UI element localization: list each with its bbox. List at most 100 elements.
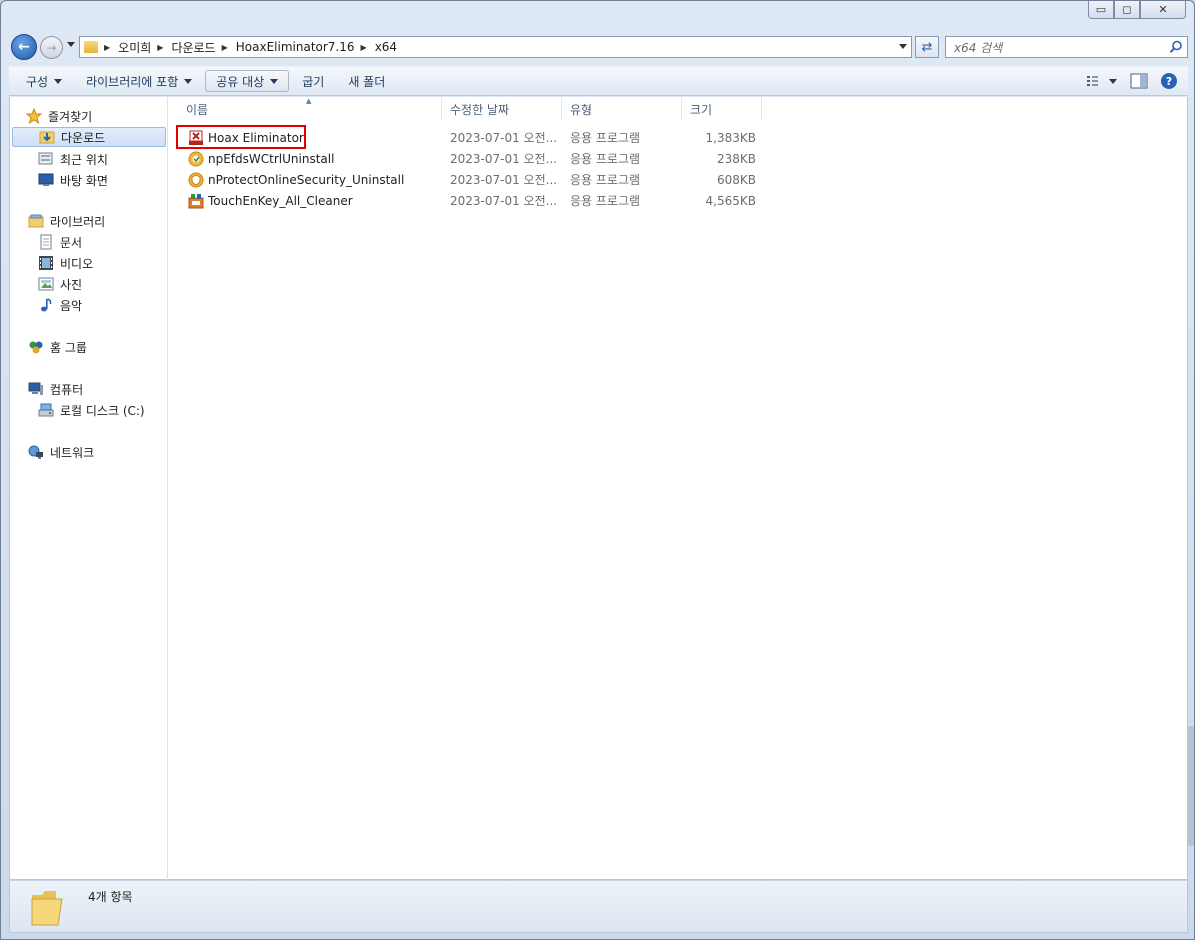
svg-text:?: ? [1166, 75, 1172, 88]
column-header-date[interactable]: 수정한 날짜 [442, 97, 562, 121]
file-name: Hoax Eliminator [208, 130, 304, 145]
file-list: 이름 ▲ 수정한 날짜 유형 크기 Hoax Eliminator 2023-0… [168, 97, 1189, 880]
nav-item-computer[interactable]: 컴퓨터 [28, 379, 166, 399]
view-options-button[interactable] [1084, 71, 1120, 91]
file-type: 응용 프로그램 [570, 152, 641, 166]
address-bar[interactable]: ▶ 오미희 ▶ 다운로드 ▶ HoaxEliminator7.16 ▶ x64 [79, 36, 912, 58]
file-size: 4,565KB [705, 193, 756, 208]
column-header-name[interactable]: 이름 ▲ [178, 97, 442, 121]
nav-item-pictures[interactable]: 사진 [38, 274, 166, 294]
breadcrumb-item[interactable]: x64 [375, 40, 397, 54]
file-size: 238KB [716, 151, 756, 166]
nav-item-favorites[interactable]: 즐겨찾기 [26, 106, 166, 126]
nav-item-libraries[interactable]: 라이브러리 [28, 211, 166, 231]
forward-arrow-icon: → [46, 40, 57, 55]
nav-item-homegroup[interactable]: 홈 그룹 [28, 337, 166, 357]
network-icon [28, 444, 44, 460]
nav-item-desktop[interactable]: 바탕 화면 [38, 170, 166, 190]
burn-button[interactable]: 굽기 [291, 70, 335, 92]
breadcrumb-item[interactable]: 오미희 [118, 39, 151, 56]
forward-button[interactable]: → [40, 36, 63, 59]
table-row[interactable]: nProtectOnlineSecurity_Uninstall 2023-07… [178, 169, 762, 190]
chevron-right-icon[interactable]: ▶ [104, 43, 110, 52]
nav-label: 비디오 [60, 256, 94, 271]
organize-label: 구성 [26, 74, 49, 89]
minimize-button[interactable]: ▭ [1088, 1, 1114, 19]
nav-label: 라이브러리 [50, 214, 106, 229]
nav-label: 다운로드 [61, 130, 106, 145]
navigation-pane: 즐겨찾기 다운로드 최근 위치 바탕 화면 라이브러리 문서 비디오 사진 음악… [10, 97, 168, 880]
nav-item-videos[interactable]: 비디오 [38, 253, 166, 273]
nav-label: 로컬 디스크 (C:) [60, 403, 145, 418]
column-header-type[interactable]: 유형 [562, 97, 682, 121]
nav-label: 최근 위치 [60, 152, 108, 167]
chevron-right-icon[interactable]: ▶ [157, 43, 163, 52]
address-row: ← → ▶ 오미희 ▶ 다운로드 ▶ HoaxEliminator7.16 ▶ … [9, 33, 1188, 61]
command-bar: 구성 라이브러리에 포함 공유 대상 굽기 새 폴더 ? [9, 66, 1188, 96]
nav-label: 즐겨찾기 [48, 109, 93, 124]
search-placeholder: x64 검색 [954, 40, 1003, 55]
column-header-label: 유형 [570, 102, 593, 117]
organize-button[interactable]: 구성 [15, 70, 73, 92]
refresh-button[interactable]: ⇄ [915, 36, 939, 58]
view-controls: ? [1084, 71, 1180, 91]
nav-label: 홈 그룹 [50, 340, 87, 355]
new-folder-label: 새 폴더 [348, 74, 386, 89]
details-pane: 4개 항목 [9, 880, 1188, 933]
nav-label: 컴퓨터 [50, 382, 84, 397]
search-input[interactable]: x64 검색 [945, 36, 1188, 58]
npefds-icon [188, 151, 204, 167]
nav-item-music[interactable]: 음악 [38, 295, 166, 315]
maximize-button[interactable]: ◻ [1114, 1, 1140, 19]
preview-pane-button[interactable] [1128, 71, 1150, 91]
include-library-label: 라이브러리에 포함 [86, 74, 179, 89]
folder-icon [84, 41, 98, 53]
column-header-label: 크기 [690, 102, 713, 117]
chevron-right-icon[interactable]: ▶ [361, 43, 367, 52]
nav-item-downloads[interactable]: 다운로드 [12, 127, 166, 147]
column-header-label: 수정한 날짜 [450, 102, 510, 117]
document-icon [38, 234, 54, 250]
nav-label: 음악 [60, 298, 83, 313]
column-headers: 이름 ▲ 수정한 날짜 유형 크기 [178, 97, 762, 121]
breadcrumb-item[interactable]: HoaxEliminator7.16 [236, 40, 355, 54]
share-with-label: 공유 대상 [216, 74, 265, 89]
column-header-size[interactable]: 크기 [682, 97, 762, 121]
close-button[interactable]: ✕ [1140, 1, 1186, 19]
file-name: npEfdsWCtrlUninstall [208, 151, 335, 166]
window-edge-scrollbar[interactable] [1188, 726, 1194, 846]
breadcrumb-item[interactable]: 다운로드 [171, 39, 215, 56]
library-icon [28, 213, 44, 229]
address-history-dropdown[interactable] [899, 44, 907, 49]
hoax-eliminator-icon [188, 130, 204, 146]
search-icon[interactable] [1169, 40, 1183, 54]
include-library-button[interactable]: 라이브러리에 포함 [75, 70, 203, 92]
nav-item-local-disk[interactable]: 로컬 디스크 (C:) [38, 400, 166, 420]
file-date: 2023-07-01 오전... [450, 131, 558, 145]
help-icon: ? [1161, 73, 1177, 89]
file-date: 2023-07-01 오전... [450, 194, 558, 208]
downloads-folder-icon [39, 129, 55, 145]
recent-pages-dropdown[interactable] [67, 42, 75, 47]
share-with-button[interactable]: 공유 대상 [205, 70, 290, 92]
preview-pane-icon [1130, 73, 1148, 89]
table-row[interactable]: TouchEnKey_All_Cleaner 2023-07-01 오전... … [178, 190, 762, 211]
touchenkey-icon [188, 193, 204, 209]
nav-item-documents[interactable]: 문서 [38, 232, 166, 252]
explorer-window: ▭ ◻ ✕ ← → ▶ 오미희 ▶ 다운로드 ▶ HoaxEliminator7… [0, 0, 1195, 940]
nav-item-network[interactable]: 네트워크 [28, 442, 166, 462]
back-button[interactable]: ← [11, 34, 37, 60]
table-row[interactable]: npEfdsWCtrlUninstall 2023-07-01 오전... 응용… [178, 148, 762, 169]
music-note-icon [38, 297, 54, 313]
chevron-down-icon [270, 78, 279, 84]
picture-icon [38, 276, 54, 292]
new-folder-button[interactable]: 새 폴더 [337, 70, 396, 92]
chevron-right-icon[interactable]: ▶ [222, 43, 228, 52]
back-arrow-icon: ← [18, 39, 30, 55]
nav-label: 사진 [60, 277, 83, 292]
help-button[interactable]: ? [1158, 71, 1180, 91]
desktop-icon [38, 172, 54, 188]
table-row[interactable]: Hoax Eliminator 2023-07-01 오전... 응용 프로그램… [178, 127, 762, 148]
nav-item-recent[interactable]: 최근 위치 [38, 149, 166, 169]
nav-label: 네트워크 [50, 445, 95, 460]
